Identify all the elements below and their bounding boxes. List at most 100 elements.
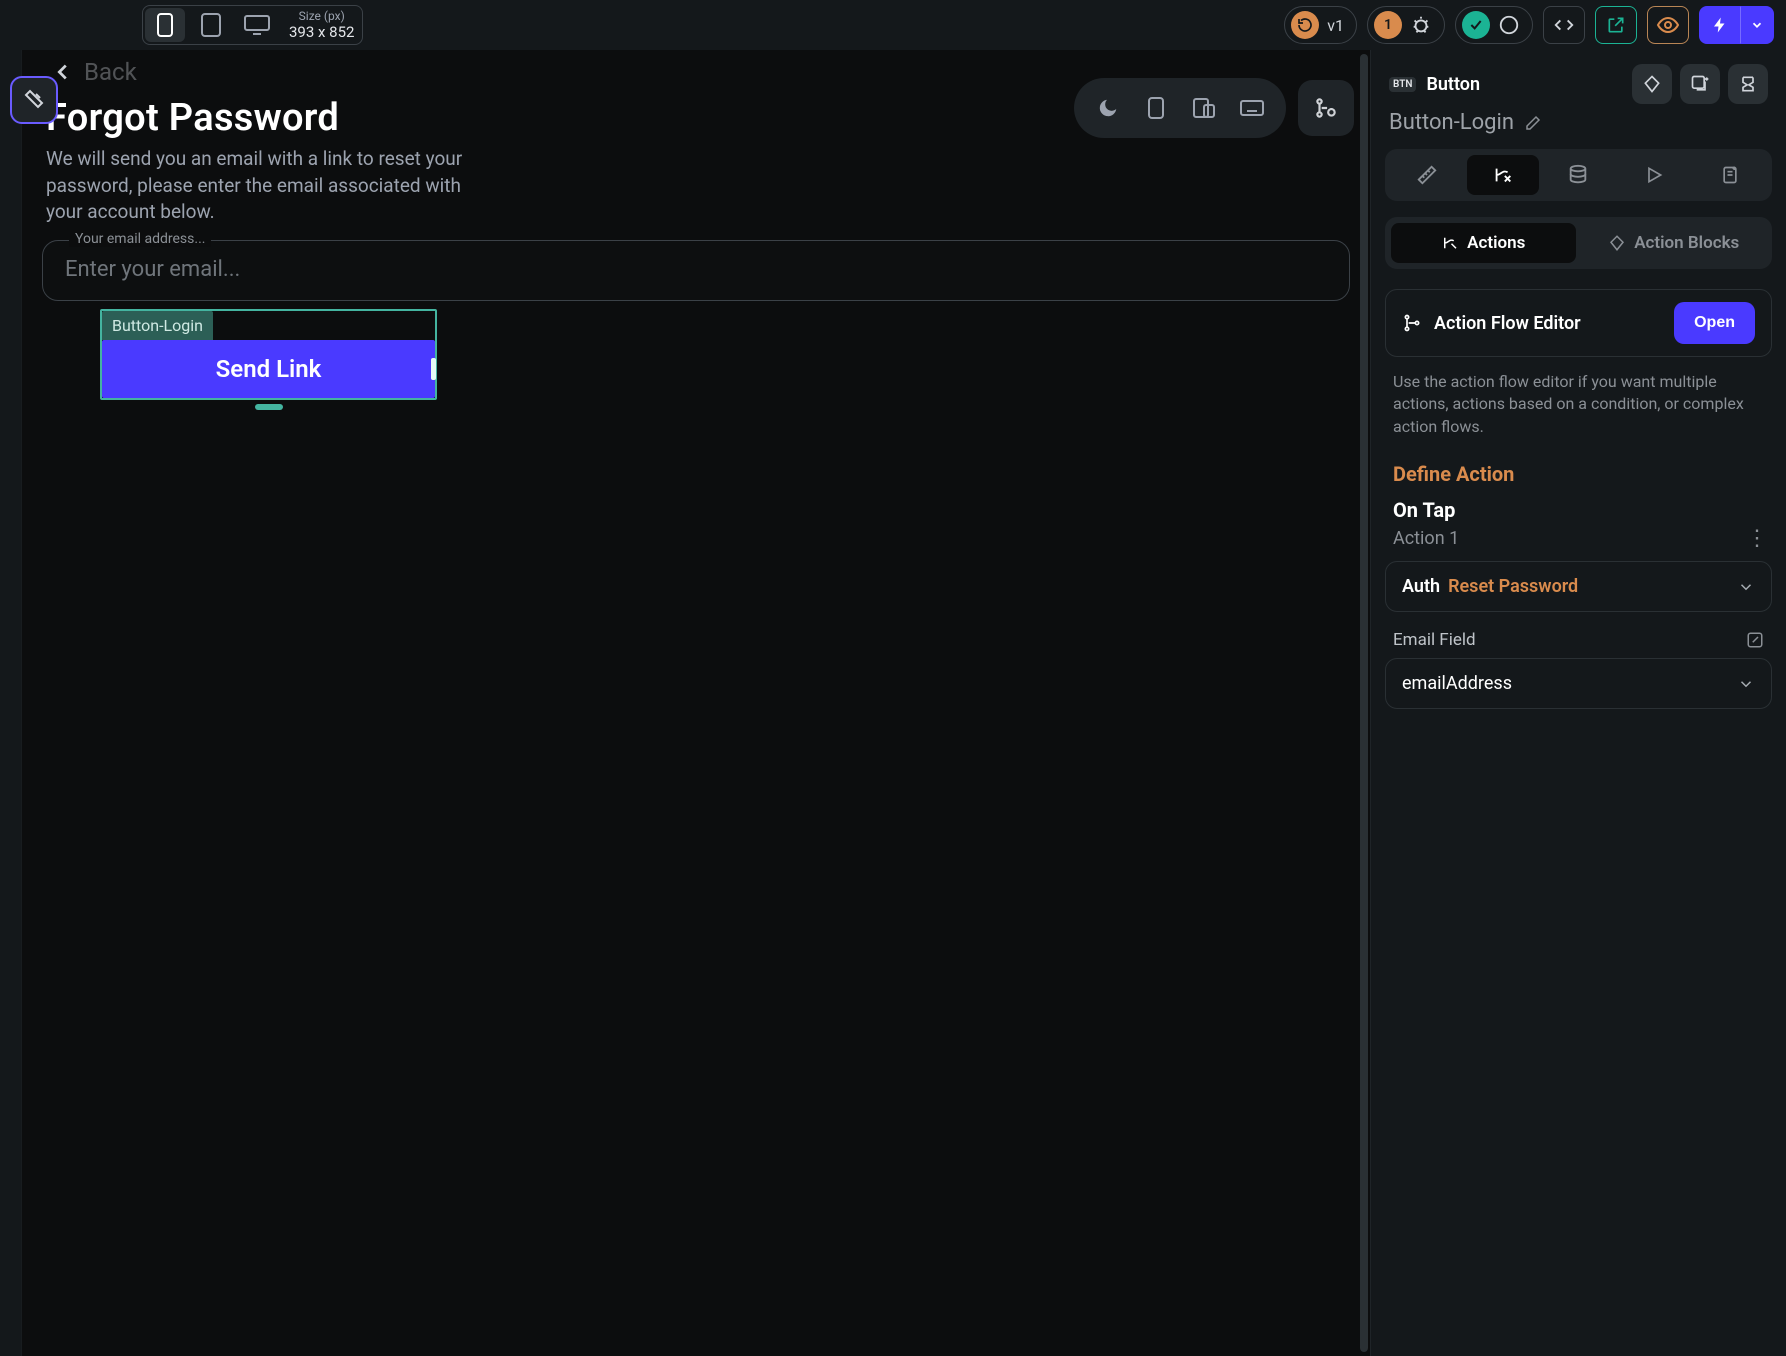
version-label: v1: [1327, 16, 1344, 35]
warnings-pill[interactable]: 1: [1367, 6, 1445, 44]
size-value: 393 x 852: [289, 23, 354, 41]
tool-connections-button[interactable]: [1298, 80, 1354, 136]
props-tabstrip: [1385, 149, 1772, 201]
design-tool-icon: [22, 88, 46, 112]
diamond-icon: [1608, 234, 1626, 252]
eye-icon: [1656, 13, 1680, 37]
document-plus-icon: [1720, 164, 1740, 186]
action-cursor-icon: [1492, 164, 1514, 186]
tool-phone-button[interactable]: [1134, 86, 1178, 130]
canvas-scrollbar[interactable]: [1360, 54, 1368, 1352]
moon-icon: [1097, 97, 1119, 119]
run-button[interactable]: [1699, 6, 1741, 44]
status-pill[interactable]: [1455, 6, 1533, 44]
open-flow-editor-button[interactable]: Open: [1674, 302, 1755, 344]
email-field-value: emailAddress: [1402, 673, 1512, 694]
device-preview-group: Size (px) 393 x 852: [142, 5, 363, 45]
widget-quick-action[interactable]: [10, 76, 58, 124]
tab-actions[interactable]: [1467, 155, 1539, 195]
props-diamond-button[interactable]: [1632, 64, 1672, 104]
back-label: Back: [84, 58, 137, 86]
selection-outline: Button-Login Send Link: [100, 309, 437, 400]
chevron-down-icon: [1737, 675, 1755, 693]
tool-multidevice-button[interactable]: [1182, 86, 1226, 130]
bug-icon: [1410, 14, 1432, 36]
send-link-button[interactable]: Send Link: [102, 340, 435, 398]
keyboard-icon: [1239, 99, 1265, 117]
page-description: We will send you an email with a link to…: [42, 146, 502, 226]
check-icon: [1468, 17, 1484, 33]
flow-icon: [1738, 74, 1758, 94]
tool-keyboard-button[interactable]: [1230, 86, 1274, 130]
actions-subtabs: Actions Action Blocks: [1385, 217, 1772, 269]
send-link-button-label: Send Link: [216, 355, 322, 383]
resize-handle-right[interactable]: [431, 358, 436, 380]
subtab-actions[interactable]: Actions: [1391, 223, 1576, 263]
tab-animations[interactable]: [1618, 155, 1690, 195]
resize-handle-bottom[interactable]: [255, 404, 283, 410]
email-field-label: Email Field: [1393, 630, 1476, 650]
bolt-icon: [1711, 14, 1729, 36]
define-action-heading: Define Action: [1393, 462, 1764, 486]
subtab-action-blocks[interactable]: Action Blocks: [1582, 223, 1767, 263]
props-addcomponent-button[interactable]: [1680, 64, 1720, 104]
size-label: Size (px): [299, 9, 345, 23]
email-field-select[interactable]: emailAddress: [1385, 658, 1772, 709]
top-toolbar: Size (px) 393 x 852 v1 1: [0, 0, 1786, 50]
action-type-reset: Reset Password: [1448, 576, 1578, 597]
database-icon: [1567, 164, 1589, 186]
external-link-icon: [1606, 15, 1626, 35]
on-tap-heading: On Tap: [1393, 498, 1764, 522]
email-field-placeholder: Enter your email...: [65, 257, 240, 282]
ruler-icon: [1416, 164, 1438, 186]
widget-type-label: Button: [1426, 74, 1480, 95]
widget-type-chip: BTN: [1389, 77, 1416, 92]
device-tablet-button[interactable]: [191, 8, 231, 42]
device-desktop-button[interactable]: [237, 8, 277, 42]
flow-editor-hint: Use the action flow editor if you want m…: [1393, 371, 1764, 438]
edit-square-icon: [1746, 631, 1764, 649]
action-1-label: Action 1: [1393, 528, 1459, 549]
pencil-icon: [1524, 114, 1542, 132]
play-icon: [1644, 165, 1664, 185]
chevron-down-icon: [1737, 578, 1755, 596]
selection-tag[interactable]: Button-Login: [102, 311, 213, 340]
preview-button[interactable]: [1647, 6, 1689, 44]
device-phone-button[interactable]: [145, 8, 185, 42]
action-1-menu[interactable]: ⋮: [1746, 526, 1768, 551]
refresh-icon: [1297, 17, 1313, 33]
email-field-wrap[interactable]: Your email address... Enter your email..…: [42, 240, 1350, 301]
chat-icon: [1498, 14, 1520, 36]
branch-icon: [1402, 313, 1422, 333]
diamond-icon: [1642, 74, 1662, 94]
email-field-edit-button[interactable]: [1746, 631, 1764, 649]
canvas-tool-pill: [1074, 78, 1286, 138]
canvas-area: Back Forgot Password We will send you an…: [22, 50, 1370, 1356]
tab-docs[interactable]: [1694, 155, 1766, 195]
dark-mode-toggle[interactable]: [1086, 86, 1130, 130]
devices-icon: [1192, 97, 1216, 119]
add-square-icon: [1690, 74, 1710, 94]
tab-data[interactable]: [1543, 155, 1615, 195]
action-cursor-icon: [1441, 234, 1459, 252]
code-button[interactable]: [1543, 6, 1585, 44]
action-type-select[interactable]: Auth Reset Password: [1385, 561, 1772, 612]
open-external-button[interactable]: [1595, 6, 1637, 44]
version-pill[interactable]: v1: [1284, 6, 1357, 44]
run-menu-button[interactable]: [1740, 6, 1774, 44]
email-field-label: Your email address...: [69, 231, 211, 247]
flow-editor-title: Action Flow Editor: [1434, 313, 1581, 334]
properties-panel: BTN Button Button-Login: [1370, 50, 1786, 1356]
props-flow-button[interactable]: [1728, 64, 1768, 104]
phone-icon: [1147, 96, 1165, 120]
edit-name-button[interactable]: [1524, 114, 1542, 132]
action-type-auth: Auth: [1402, 576, 1440, 597]
chevron-down-icon: [1750, 18, 1764, 32]
left-gutter: [0, 50, 22, 1356]
code-icon: [1553, 14, 1575, 36]
node-gear-icon: [1313, 95, 1339, 121]
warning-count-badge: 1: [1374, 11, 1402, 39]
widget-name: Button-Login: [1389, 110, 1514, 135]
flow-editor-block: Action Flow Editor Open: [1385, 289, 1772, 357]
tab-layout[interactable]: [1391, 155, 1463, 195]
